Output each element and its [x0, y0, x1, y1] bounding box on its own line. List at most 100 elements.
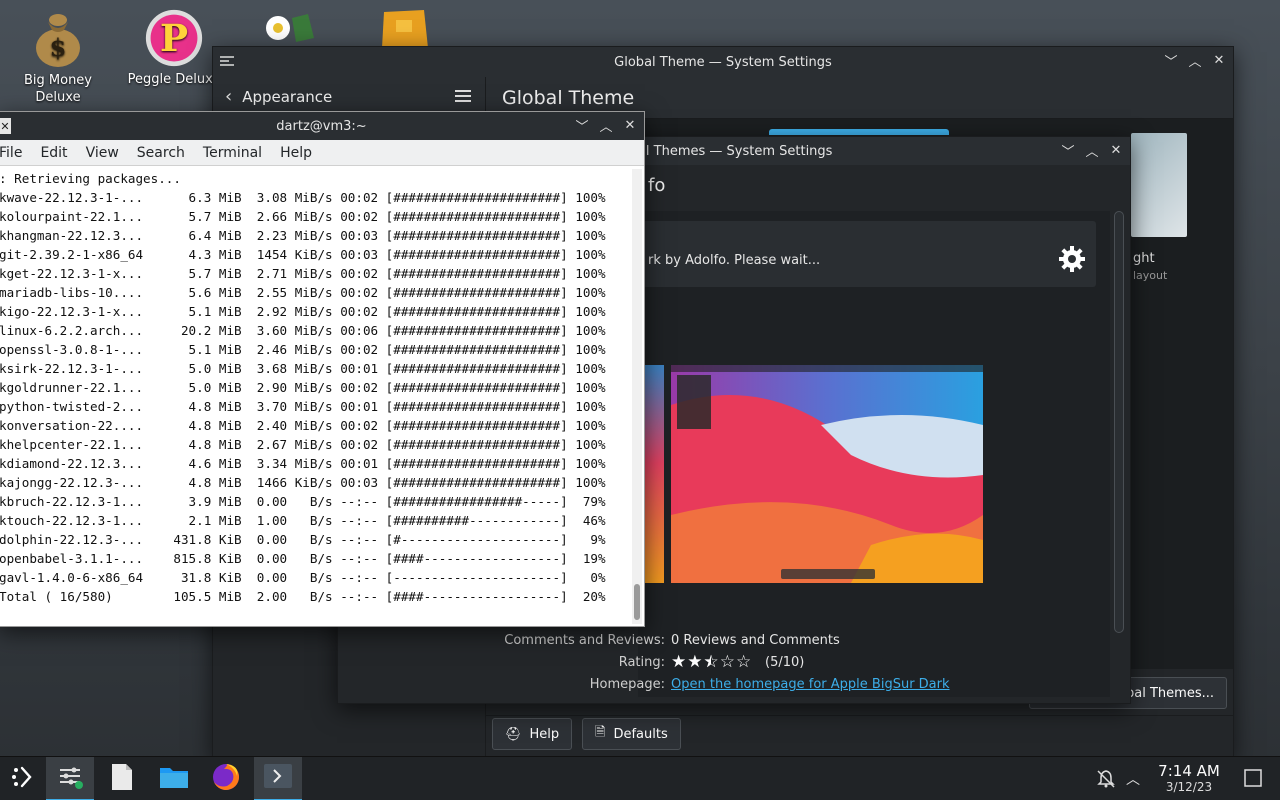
status-panel: rk by Adolfo. Please wait... [638, 221, 1096, 287]
terminal-output[interactable]: : Retrieving packages... kwave-22.12.3-1-… [0, 169, 630, 626]
menu-file[interactable]: File [0, 145, 22, 161]
terminal-titlebar: ✕ dartz@vm3:~ ﹀ ︿ ✕ [0, 112, 644, 140]
defaults-button[interactable]: 🗎 Defaults [582, 718, 681, 750]
menu-view[interactable]: View [86, 145, 119, 161]
show-desktop-icon[interactable] [1244, 769, 1262, 791]
terminal-title: dartz@vm3:~ [276, 118, 367, 134]
terminal-menubar: File Edit View Search Terminal Help [0, 140, 644, 166]
window-menu-icon[interactable] [219, 54, 235, 68]
terminal-line: kolourpaint-22.1... 5.7 MiB 2.66 MiB/s 0… [0, 209, 606, 224]
desktop-icon-big-money[interactable]: $ Big Money Deluxe [8, 8, 108, 106]
menu-edit[interactable]: Edit [40, 145, 67, 161]
star-icon: ☆ [736, 652, 752, 672]
dialog-minimize-button[interactable]: ﹀ [1060, 142, 1076, 160]
scrollbar-thumb[interactable] [634, 584, 640, 620]
comments-value: 0 Reviews and Comments [671, 633, 840, 648]
terminal-line: Total ( 16/580) 105.5 MiB 2.00 B/s --:--… [0, 589, 606, 604]
app-launcher-button[interactable] [0, 757, 48, 800]
taskbar-terminal[interactable] [254, 757, 302, 800]
theme-subtitle-label: layout [1133, 269, 1168, 282]
footer-divider [486, 715, 1233, 716]
terminal-line: kdiamond-22.12.3... 4.6 MiB 3.34 MiB/s 0… [0, 456, 606, 471]
puzzle-app-icon[interactable] [378, 8, 434, 48]
terminal-line: kget-22.12.3-1-x... 5.7 MiB 2.71 MiB/s 0… [0, 266, 606, 281]
terminal-line: openbabel-3.1.1-... 815.8 KiB 0.00 B/s -… [0, 551, 606, 566]
clock[interactable]: 7:14 AM 3/12/23 [1152, 763, 1226, 795]
theme-name-label: ght [1133, 251, 1155, 266]
terminal-line: gavl-1.4.0-6-x86_64 31.8 KiB 0.00 B/s --… [0, 570, 606, 585]
taskbar-text-editor[interactable] [98, 757, 146, 800]
help-icon: ⛑ [505, 726, 522, 742]
system-tray-expand-icon[interactable]: ︿ [1126, 769, 1140, 789]
terminal-line: khangman-22.12.3... 6.4 MiB 2.23 MiB/s 0… [0, 228, 606, 243]
clock-date: 3/12/23 [1165, 780, 1213, 794]
preview-screenshot-main[interactable] [671, 365, 983, 583]
back-arrow-icon[interactable]: ‹ [225, 86, 232, 107]
taskbar: ︿ 7:14 AM 3/12/23 [0, 756, 1280, 800]
desktop-icon-label: Peggle Deluxe [127, 72, 221, 87]
terminal-line: git-2.39.2-1-x86_64 4.3 MiB 1454 KiB/s 0… [0, 247, 606, 262]
gear-icon [1058, 245, 1086, 277]
maximize-button[interactable]: ︿ [1187, 52, 1203, 70]
homepage-link[interactable]: Open the homepage for Apple BigSur Dark [671, 677, 950, 692]
comments-label: Comments and Reviews: [504, 633, 665, 648]
terminal-line: dolphin-22.12.3-... 431.8 KiB 0.00 B/s -… [0, 532, 606, 547]
terminal-window: ✕ dartz@vm3:~ ﹀ ︿ ✕ File Edit View Searc… [0, 111, 645, 627]
help-button[interactable]: ⛑ Help [492, 718, 573, 750]
money-bag-icon: $ [28, 8, 88, 68]
terminal-line: : Retrieving packages... [0, 171, 181, 186]
notifications-bell-icon[interactable] [1096, 769, 1116, 793]
terminal-maximize-button[interactable]: ︿ [598, 117, 614, 135]
desktop-icon-label: Big Money Deluxe [23, 73, 92, 105]
kde-launcher-icon [11, 764, 37, 794]
defaults-label: Defaults [613, 726, 668, 742]
settings-titlebar: Global Theme — System Settings ﹀ ︿ ✕ [213, 47, 1233, 77]
star-icon: ★ [671, 652, 687, 672]
terminal-line: kigo-22.12.3-1-x... 5.1 MiB 2.92 MiB/s 0… [0, 304, 606, 319]
terminal-minimize-button[interactable]: ﹀ [574, 117, 590, 135]
star-icon: ☆ [719, 652, 735, 672]
firefox-icon [211, 762, 241, 796]
dialog-heading: fo [648, 175, 666, 196]
svg-text:P: P [160, 16, 188, 60]
page-title: Global Theme [502, 86, 635, 109]
folder-icon [159, 765, 189, 793]
terminal-line: openssl-3.0.8-1-... 5.1 MiB 2.46 MiB/s 0… [0, 342, 606, 357]
dialog-maximize-button[interactable]: ︿ [1084, 142, 1100, 160]
dialog-scrollbar[interactable] [1114, 211, 1124, 633]
menu-search[interactable]: Search [137, 145, 185, 161]
minimize-button[interactable]: ﹀ [1163, 52, 1179, 70]
svg-text:$: $ [50, 33, 67, 62]
taskbar-firefox[interactable] [202, 757, 250, 800]
terminal-scrollbar[interactable] [632, 169, 642, 624]
terminal-line: kajongg-22.12.3-... 4.8 MiB 1466 KiB/s 0… [0, 475, 606, 490]
star-icon: ☆★ [703, 652, 719, 672]
hamburger-menu-icon[interactable] [455, 89, 471, 107]
terminal-line: konversation-22.... 4.8 MiB 2.40 MiB/s 0… [0, 418, 606, 433]
settings-sliders-icon [57, 763, 83, 793]
clock-time: 7:14 AM [1158, 762, 1220, 780]
get-new-themes-label: obal Themes... [1118, 685, 1214, 701]
theme-thumbnail-light[interactable] [1131, 133, 1187, 237]
close-button[interactable]: ✕ [1211, 52, 1227, 68]
terminal-app-icon[interactable]: ✕ [0, 118, 11, 134]
menu-help[interactable]: Help [280, 145, 312, 161]
status-message: rk by Adolfo. Please wait... [648, 253, 821, 268]
theme-card-selected-highlight[interactable] [769, 129, 949, 135]
homepage-label: Homepage: [589, 677, 665, 692]
menu-terminal[interactable]: Terminal [203, 145, 262, 161]
terminal-line: ktouch-22.12.3-1... 2.1 MiB 1.00 B/s --:… [0, 513, 606, 528]
taskbar-file-manager[interactable] [150, 757, 198, 800]
terminal-line: python-twisted-2... 4.8 MiB 3.70 MiB/s 0… [0, 399, 606, 414]
terminal-close-button[interactable]: ✕ [622, 117, 638, 133]
rating-value: (5/10) [765, 655, 805, 670]
help-label: Help [529, 726, 560, 742]
terminal-icon [263, 763, 293, 793]
rating-label: Rating: [618, 655, 665, 670]
desktop-icon-peggle[interactable]: P Peggle Deluxe [124, 8, 224, 87]
flower-app-icon[interactable] [258, 8, 322, 48]
taskbar-system-settings[interactable] [46, 757, 94, 800]
dialog-close-button[interactable]: ✕ [1108, 142, 1124, 158]
sidebar-title: Appearance [242, 87, 333, 106]
peggle-icon: P [144, 8, 204, 68]
